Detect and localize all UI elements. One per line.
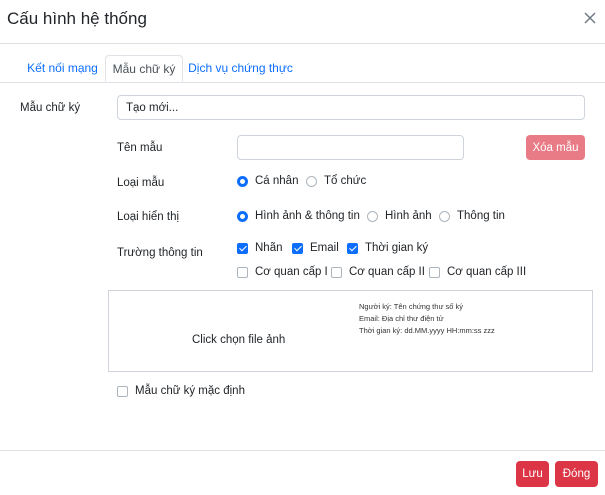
option-label: Mẫu chữ ký mặc định	[135, 385, 245, 397]
template-select[interactable]	[117, 95, 585, 120]
field-option-agency-2[interactable]: Cơ quan cấp II	[331, 266, 425, 278]
footer-divider	[0, 450, 605, 451]
radio-icon[interactable]	[237, 175, 248, 187]
option-label: Hình ảnh	[385, 210, 432, 222]
checkbox-icon[interactable]	[331, 266, 342, 278]
field-option-agency-3[interactable]: Cơ quan cấp III	[429, 266, 526, 278]
preview-email-line: Email: Địa chỉ thư điện tử	[359, 314, 444, 323]
checkbox-icon[interactable]	[292, 242, 303, 254]
option-label: Email	[310, 242, 339, 254]
option-label: Cá nhân	[255, 175, 299, 187]
preview-signer-line: Người ký: Tên chứng thư số ký	[359, 302, 464, 311]
name-label: Tên mẫu	[117, 142, 163, 154]
checkbox-icon[interactable]	[237, 266, 248, 278]
preview-time-line: Thời gian ký: dd.MM.yyyy HH:mm:ss zzz	[359, 326, 495, 335]
close-icon[interactable]	[582, 10, 598, 26]
tab-certification-service[interactable]: Dịch vụ chứng thực	[188, 55, 293, 82]
signature-image-dropzone[interactable]: Click chọn file ảnh Người ký: Tên chứng …	[108, 290, 593, 372]
option-label: Thông tin	[457, 210, 505, 222]
delete-template-button[interactable]: Xóa mẫu	[526, 135, 585, 160]
display-option-image[interactable]: Hình ảnh	[367, 210, 432, 222]
dropzone-text: Click chọn file ảnh	[192, 334, 286, 346]
display-option-info[interactable]: Thông tin	[439, 210, 505, 222]
checkbox-icon[interactable]	[429, 266, 440, 278]
save-button[interactable]: Lưu	[516, 461, 549, 487]
radio-icon[interactable]	[237, 210, 248, 222]
field-option-label[interactable]: Nhãn	[237, 242, 283, 254]
tab-bar: Kết nối mạng Mẫu chữ ký Dịch vụ chứng th…	[0, 55, 605, 83]
option-label: Tổ chức	[324, 175, 367, 187]
tab-signature-template[interactable]: Mẫu chữ ký	[105, 55, 183, 82]
radio-icon[interactable]	[439, 210, 450, 222]
field-option-email[interactable]: Email	[292, 242, 339, 254]
close-button[interactable]: Đóng	[555, 461, 598, 487]
field-option-agency-1[interactable]: Cơ quan cấp I	[237, 266, 328, 278]
field-option-sign-time[interactable]: Thời gian ký	[347, 242, 428, 254]
radio-icon[interactable]	[367, 210, 378, 222]
tab-network[interactable]: Kết nối mạng	[20, 55, 105, 82]
checkbox-icon[interactable]	[347, 242, 358, 254]
default-template-option[interactable]: Mẫu chữ ký mặc định	[117, 385, 245, 397]
template-label: Mẫu chữ ký	[20, 102, 81, 114]
type-option-organization[interactable]: Tổ chức	[306, 175, 366, 187]
dialog-title: Cấu hình hệ thống	[7, 9, 147, 28]
type-option-personal[interactable]: Cá nhân	[237, 175, 298, 187]
checkbox-icon[interactable]	[117, 385, 128, 397]
dialog-header: Cấu hình hệ thống	[0, 0, 605, 44]
type-label: Loại mẫu	[117, 177, 165, 189]
display-option-image-info[interactable]: Hình ảnh & thông tin	[237, 210, 360, 222]
option-label: Nhãn	[255, 242, 283, 254]
template-name-input[interactable]	[237, 135, 464, 160]
option-label: Cơ quan cấp I	[255, 266, 328, 278]
display-label: Loại hiển thị	[117, 211, 180, 223]
option-label: Thời gian ký	[365, 242, 429, 254]
fields-label: Trường thông tin	[117, 247, 203, 259]
checkbox-icon[interactable]	[237, 242, 248, 254]
option-label: Hình ảnh & thông tin	[255, 210, 360, 222]
option-label: Cơ quan cấp III	[447, 266, 527, 278]
radio-icon[interactable]	[306, 175, 317, 187]
option-label: Cơ quan cấp II	[349, 266, 425, 278]
